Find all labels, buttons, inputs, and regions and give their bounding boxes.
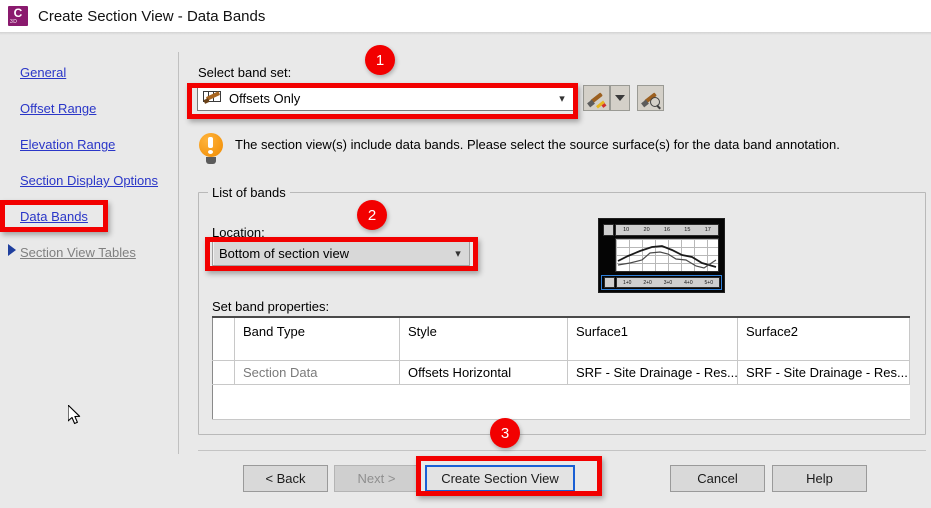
view-band-set-icon [640,89,661,110]
table-header-band-type[interactable]: Band Type [234,317,400,361]
table-header-row: Band Type Style Surface1 Surface2 [212,317,910,361]
cell-band-type[interactable]: Section Data [234,360,400,385]
warning-bulb-icon [198,133,224,167]
sidebar-item-general[interactable]: General [20,65,66,80]
table-row[interactable]: Section Data Offsets Horizontal SRF - Si… [212,360,910,385]
next-button: Next > [334,465,419,492]
preview-profile-curves [617,245,717,269]
create-section-view-button[interactable]: Create Section View [425,465,575,492]
band-set-value: Offsets Only [229,90,301,106]
sidebar-divider [178,52,179,454]
sidebar-item-section-view-tables: Section View Tables [20,245,136,260]
sidebar-item-data-bands[interactable]: Data Bands [20,209,88,224]
main-pane: Select band set: Offsets Only ▾ The sect… [190,35,931,508]
preview-bottom-label: 1+0 [622,279,632,286]
preview-top-label: 15 [684,227,691,233]
chevron-down-icon: ▾ [559,91,565,105]
band-set-label: Select band set: [198,65,292,80]
app-icon-sublabel: 3D [10,19,18,25]
chevron-down-icon: ▾ [455,246,461,260]
view-band-set-button[interactable] [637,85,664,111]
preview-bottom-swatch [604,277,615,288]
back-button[interactable]: < Back [243,465,328,492]
table-empty-row [212,384,910,420]
band-set-icon [203,91,223,105]
preview-top-label: 20 [643,227,650,233]
edit-band-set-icon [586,89,606,109]
list-of-bands-title: List of bands [208,185,290,200]
preview-selected-band-highlight: 1+0 2+0 3+0 4+0 5+0 [601,275,722,290]
set-band-properties-label: Set band properties: [212,299,330,314]
cancel-button[interactable]: Cancel [670,465,765,492]
preview-top-swatch [603,224,614,236]
preview-bottom-label: 4+0 [684,279,693,286]
cell-surface2[interactable]: SRF - Site Drainage - Res... [737,360,910,385]
row-selector-cell[interactable] [212,360,235,385]
current-page-arrow-icon [8,244,16,256]
location-value: Bottom of section view [219,245,350,261]
cell-style[interactable]: Offsets Horizontal [399,360,568,385]
preview-plot-area [615,238,719,272]
band-location-preview: 10 20 16 15 17 1+0 2+0 3+0 4+0 5+0 [598,218,725,293]
footer-separator [198,450,926,451]
table-header-surface1[interactable]: Surface1 [567,317,738,361]
app-icon-letter: C [13,6,23,20]
location-label: Location: [212,225,265,240]
band-set-combo[interactable]: Offsets Only ▾ [197,85,574,111]
warning-message: The section view(s) include data bands. … [235,137,840,152]
preview-bottom-label: 3+0 [663,279,673,286]
location-combo[interactable]: Bottom of section view ▾ [212,240,470,266]
preview-top-label: 17 [704,227,711,233]
cell-surface1[interactable]: SRF - Site Drainage - Res... [567,360,738,385]
civil3d-app-icon: C 3D [8,6,28,26]
window-title: Create Section View - Data Bands [38,7,266,25]
table-header-style[interactable]: Style [399,317,568,361]
preview-bottom-label: 5+0 [704,279,713,286]
table-header-corner[interactable] [212,317,235,361]
chevron-down-icon [615,95,625,101]
table-header-surface2[interactable]: Surface2 [737,317,910,361]
edit-band-set-dropdown-button[interactable] [610,85,630,111]
preview-bottom-band: 1+0 2+0 3+0 4+0 5+0 [616,277,720,288]
preview-top-band: 10 20 16 15 17 [615,224,719,236]
help-button[interactable]: Help [772,465,867,492]
sidebar-item-elevation-range[interactable]: Elevation Range [20,137,115,152]
preview-bottom-label: 2+0 [643,279,652,286]
title-bar: C 3D Create Section View - Data Bands [0,0,931,32]
edit-band-set-button[interactable] [583,85,610,111]
preview-top-label: 16 [663,227,671,233]
wizard-sidebar: General Offset Range Elevation Range Sec… [0,35,178,508]
sidebar-item-offset-range[interactable]: Offset Range [20,101,96,116]
preview-top-label: 10 [623,227,630,233]
sidebar-item-section-display-options[interactable]: Section Display Options [20,173,158,188]
band-properties-table[interactable]: Band Type Style Surface1 Surface2 Sectio… [212,316,910,420]
